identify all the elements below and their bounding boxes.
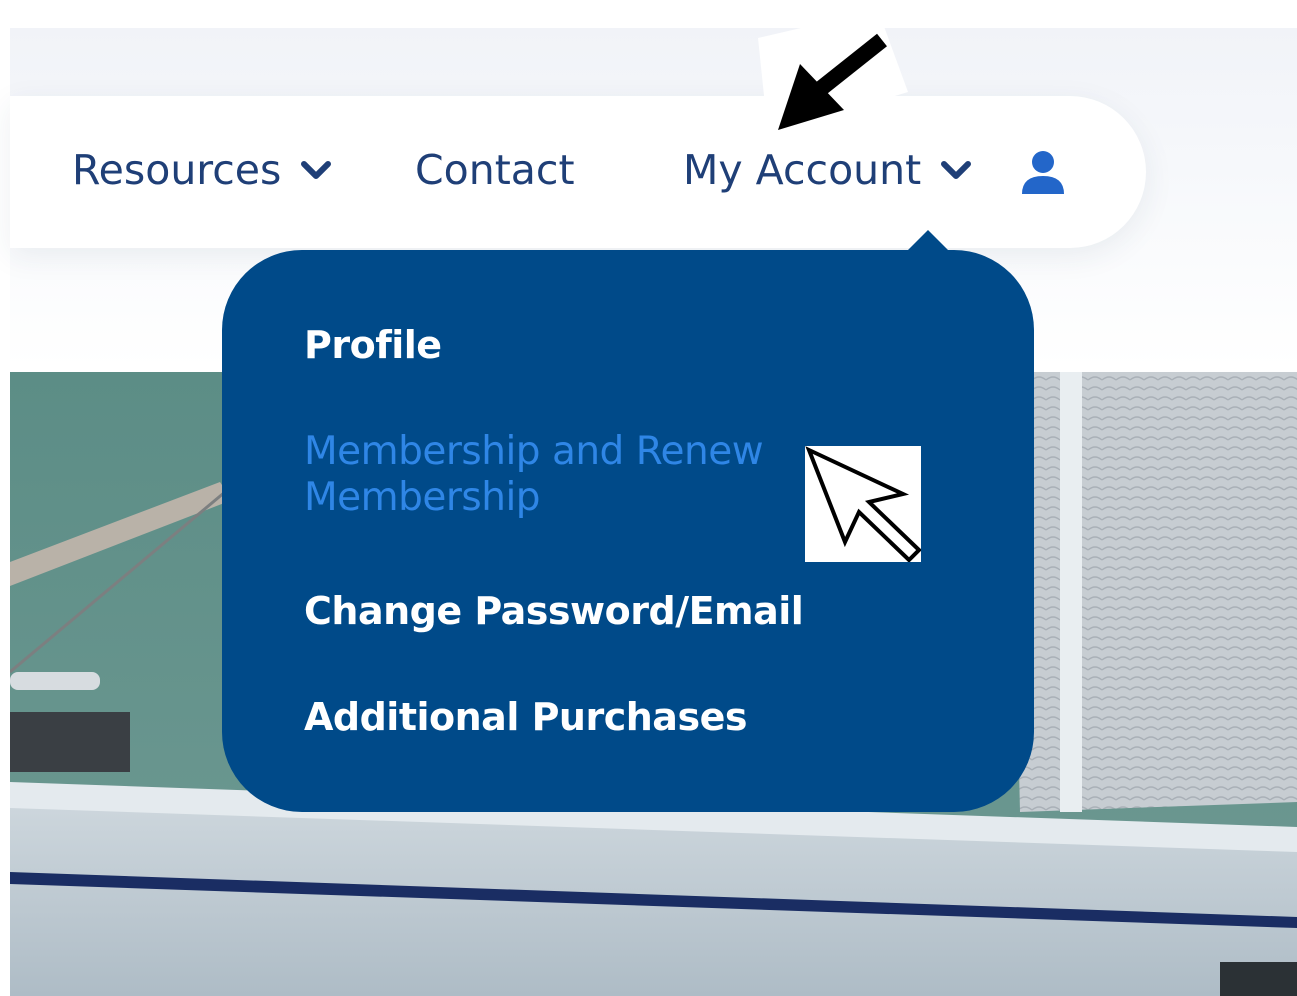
nav-item-label: Resources (72, 146, 282, 194)
chevron-down-icon (941, 161, 972, 179)
nav-item-resources[interactable]: Resources (72, 142, 333, 198)
page: Resources Contact My Account Profile Mem… (0, 0, 1297, 996)
mouse-cursor-icon (805, 446, 921, 562)
menu-item-change-password-email[interactable]: Change Password/Email (304, 588, 804, 634)
nav-item-contact[interactable]: Contact (415, 142, 575, 198)
menu-item-profile[interactable]: Profile (304, 322, 442, 368)
annotation-arrow-icon (758, 10, 908, 134)
chevron-down-icon (301, 161, 332, 179)
user-icon[interactable] (1019, 148, 1067, 196)
menu-item-membership-renew[interactable]: Membership and Renew Membership (304, 429, 804, 521)
menu-item-additional-purchases[interactable]: Additional Purchases (304, 694, 747, 740)
cursor-highlight (805, 446, 921, 562)
nav-item-my-account[interactable]: My Account (683, 142, 973, 198)
nav-item-label: Contact (415, 146, 575, 194)
nav-item-label: My Account (683, 146, 922, 194)
